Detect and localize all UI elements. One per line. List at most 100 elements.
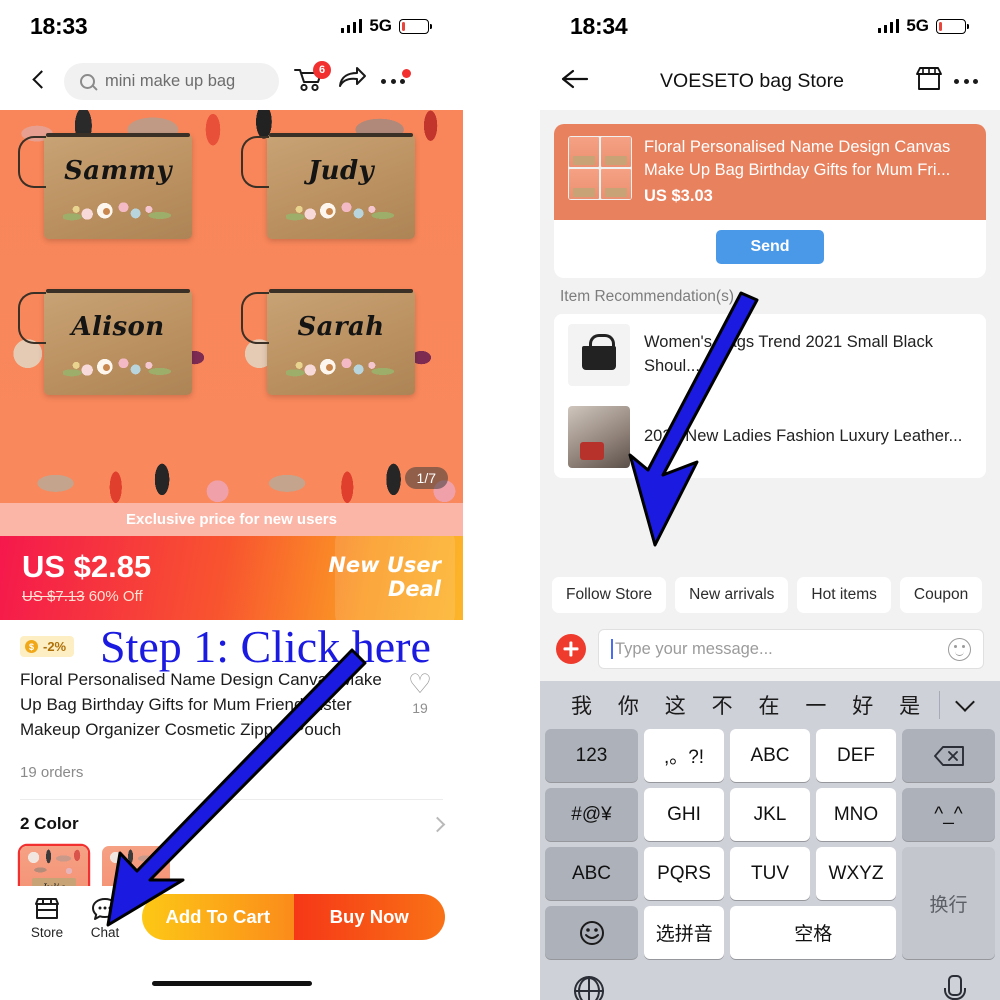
key-delete[interactable] [902,729,995,782]
product-title: Floral Personalised Name Design Canvas M… [20,670,382,740]
chevron-down-icon[interactable] [955,692,975,712]
send-button[interactable]: Send [716,229,824,264]
product-bag-1: Sammy [18,133,192,239]
list-item[interactable]: 2021 New Ladies Fashion Luxury Leather..… [554,396,986,478]
key-jkl[interactable]: JKL [730,788,810,841]
chip-hot-items[interactable]: Hot items [797,577,891,613]
key-wxyz[interactable]: WXYZ [816,847,896,900]
product-share-card[interactable]: Floral Personalised Name Design Canvas M… [554,124,986,278]
product-card-top: Floral Personalised Name Design Canvas M… [554,124,986,220]
search-input[interactable]: mini make up bag [64,62,279,100]
suggestion-7[interactable]: 是 [886,690,933,720]
keyboard-row-4: 选拼音 空格 [545,906,896,959]
current-price: US $2.85 [22,549,152,585]
product-image-gallery[interactable]: Sammy Judy Alison Sarah 1/7 [0,110,463,503]
message-input[interactable]: Type your message... [598,629,984,669]
orders-count: 19 orders [20,764,84,782]
key-space[interactable]: 空格 [730,906,896,959]
recommendations-section: Item Recommendation(s) Women's Bags Tren… [554,284,986,478]
suggestion-3[interactable]: 不 [699,690,746,720]
bag-strap [18,292,46,344]
back-arrow-button[interactable] [560,67,590,96]
key-select-pinyin[interactable]: 选拼音 [644,906,725,959]
keyboard-row-3: ABC PQRS TUV WXYZ 选拼音 空格 换行 [545,847,995,959]
key-kaomoji[interactable]: ^_^ [902,788,995,841]
exclusive-price-banner: Exclusive price for new users [0,503,463,536]
more-options-button[interactable] [381,68,411,94]
suggestion-0[interactable]: 我 [558,690,605,720]
bag-name-2: Judy [307,156,375,186]
quick-reply-chips: Follow Store New arrivals Hot items Coup… [540,565,1000,623]
suggestion-6[interactable]: 好 [839,690,886,720]
cart-button[interactable]: 6 [293,60,331,97]
product-bag-4: Sarah [241,289,415,395]
chat-store-title: VOESETO bag Store [660,69,844,92]
product-bag-2: Judy [241,133,415,239]
store-button[interactable]: Store [18,894,76,940]
chat-label: Chat [90,925,120,940]
storefront-icon [916,67,942,90]
floral-print [63,193,173,227]
key-abc-mode[interactable]: ABC [545,847,638,900]
product-bag-3: Alison [18,289,192,395]
add-to-cart-button[interactable]: Add To Cart [142,894,294,940]
store-link-button[interactable] [914,65,944,97]
globe-icon[interactable] [574,976,604,1000]
key-tuv[interactable]: TUV [730,847,810,900]
suggestion-5[interactable]: 一 [792,690,839,720]
key-abc[interactable]: ABC [730,729,810,782]
recommendation-name: 2021 New Ladies Fashion Luxury Leather..… [644,426,963,445]
color-header[interactable]: 2 Color [20,814,446,834]
chip-follow-store[interactable]: Follow Store [552,577,667,613]
list-item[interactable]: Women's Bags Trend 2021 Small Black Shou… [554,314,986,396]
chat-header: VOESETO bag Store [540,52,1000,110]
buy-now-button[interactable]: Buy Now [293,894,445,940]
text-caret [611,639,613,659]
keyboard-left-block: ABC PQRS TUV WXYZ 选拼音 空格 [545,847,896,959]
floral-print [286,349,396,383]
product-thumbnail [568,136,632,200]
key-return[interactable]: 换行 [902,847,995,959]
add-attachment-icon[interactable] [556,634,586,664]
smiley-icon[interactable] [948,637,971,661]
suggestion-1[interactable]: 你 [605,690,652,720]
keyboard-row-1: 123 ,。?! ABC DEF [545,729,995,782]
back-chevron-icon[interactable] [28,70,50,92]
favorite-button[interactable]: ♡ 19 [397,667,443,742]
key-symbols[interactable]: #@¥ [545,788,638,841]
keyboard-bottom-row [540,965,1000,1000]
share-button[interactable] [337,66,367,97]
chat-button[interactable]: Chat [76,894,134,940]
title-row: Floral Personalised Name Design Canvas M… [20,667,443,742]
recommendations-list: Women's Bags Trend 2021 Small Black Shou… [554,313,986,478]
key-pqrs[interactable]: PQRS [644,847,724,900]
floral-print [63,349,173,383]
chat-more-button[interactable] [954,68,978,94]
chip-coupon[interactable]: Coupon [899,577,983,613]
chip-new-arrivals[interactable]: New arrivals [675,577,789,613]
chat-bubble-icon [76,894,134,923]
coupon-badge[interactable]: $ -2% [20,636,75,657]
coin-icon: $ [25,640,38,653]
floral-print [286,193,396,227]
storefront-icon [18,894,76,923]
signal-bars-icon [340,19,363,33]
status-bar-left: 18:33 5G [0,0,463,52]
color-section: 2 Color Julia [0,800,463,899]
key-123[interactable]: 123 [545,729,638,782]
key-mno[interactable]: MNO [816,788,896,841]
suggestion-2[interactable]: 这 [652,690,699,720]
keyboard-row-2: #@¥ GHI JKL MNO ^_^ [545,788,995,841]
key-def[interactable]: DEF [816,729,896,782]
key-emoji[interactable] [545,906,638,959]
key-punctuation[interactable]: ,。?! [644,729,724,782]
microphone-icon[interactable] [940,975,966,1000]
keyboard-row-3a: ABC PQRS TUV WXYZ [545,847,896,900]
key-ghi[interactable]: GHI [644,788,724,841]
search-header: mini make up bag 6 [0,52,463,110]
suggestion-4[interactable]: 在 [746,690,793,720]
recommendation-name: Women's Bags Trend 2021 Small Black Shou… [644,333,933,375]
price-banner: US $2.85 US $7.13 60% Off New User Deal [0,536,463,620]
more-dots-icon [954,68,978,94]
message-placeholder: Type your message... [615,639,773,658]
